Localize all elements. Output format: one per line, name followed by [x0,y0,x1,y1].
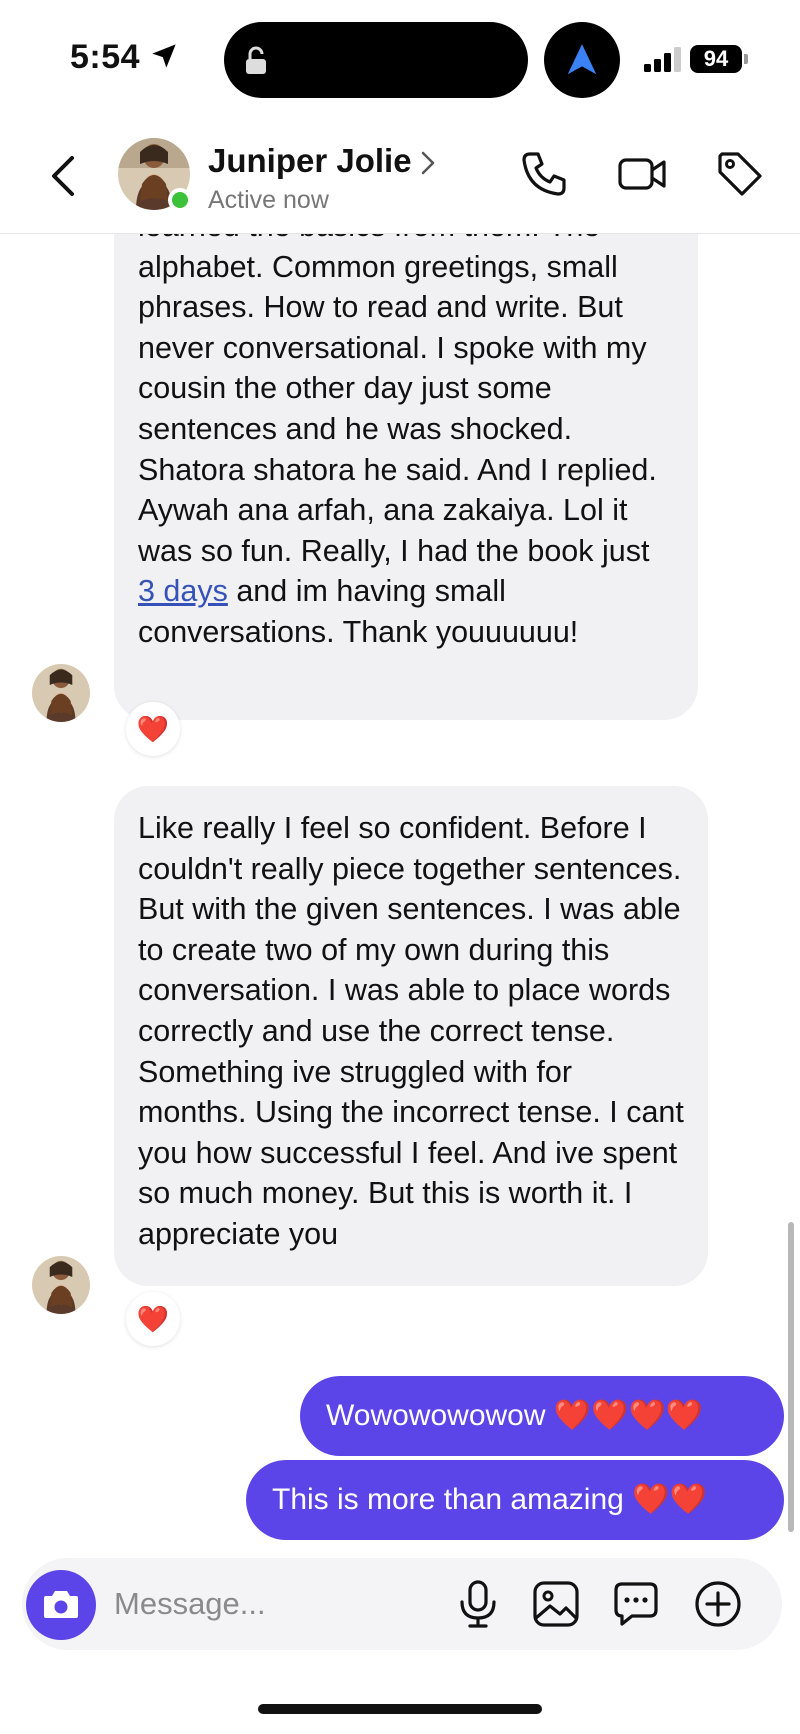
message-bubble-outgoing[interactable]: This is more than amazing ❤️❤️ [246,1460,784,1540]
message-text: Like really I feel so confident. Before … [138,811,684,1251]
sender-avatar[interactable] [32,1256,90,1314]
heart-reaction[interactable]: ❤️ [126,702,180,756]
sender-avatar[interactable] [32,664,90,722]
image-icon[interactable] [530,1578,582,1630]
tag-icon[interactable] [714,148,766,200]
message-text: Wowowowowow ❤️❤️❤️❤️ [326,1399,704,1432]
signal-icon [644,47,681,72]
message-thread[interactable]: learned the basics from them. The alphab… [0,234,800,1550]
navigation-icon [567,44,597,75]
battery-tip [744,54,748,64]
status-time: 5:54 [70,38,141,76]
avatar-image [32,1256,90,1314]
status-bar: 5:54 94 [0,0,800,118]
chevron-right-icon[interactable] [420,150,436,176]
camera-icon [44,1591,78,1618]
message-bubble-incoming[interactable]: Like really I feel so confident. Before … [114,786,708,1286]
plus-icon[interactable] [692,1578,744,1630]
camera-button[interactable] [26,1570,96,1640]
phone-icon[interactable] [518,148,570,200]
video-icon[interactable] [616,148,668,200]
heart-reaction[interactable]: ❤️ [126,1292,180,1346]
message-text: This is more than amazing ❤️❤️ [272,1483,707,1516]
avatar-image [32,664,90,722]
microphone-icon[interactable] [452,1578,504,1630]
dynamic-island [224,22,528,98]
chat-header: Juniper Jolie Active now [0,118,800,234]
message-bubble-outgoing[interactable]: Wowowowowow ❤️❤️❤️❤️ [300,1376,784,1456]
message-bubble-incoming[interactable]: learned the basics from them. The alphab… [114,234,698,720]
online-indicator [168,188,192,212]
home-indicator[interactable] [258,1704,542,1714]
back-icon[interactable] [44,152,84,200]
chat-bubble-icon[interactable] [610,1578,662,1630]
contact-name[interactable]: Juniper Jolie [208,142,412,180]
battery-icon: 94 [690,45,742,73]
message-input[interactable] [114,1580,434,1628]
date-link[interactable]: 3 days [138,574,228,608]
location-arrow-icon [152,44,176,68]
lock-icon [246,46,266,74]
message-text: learned the basics from them. The alphab… [138,234,657,568]
active-status: Active now [208,186,329,214]
scrollbar[interactable] [788,1222,794,1532]
